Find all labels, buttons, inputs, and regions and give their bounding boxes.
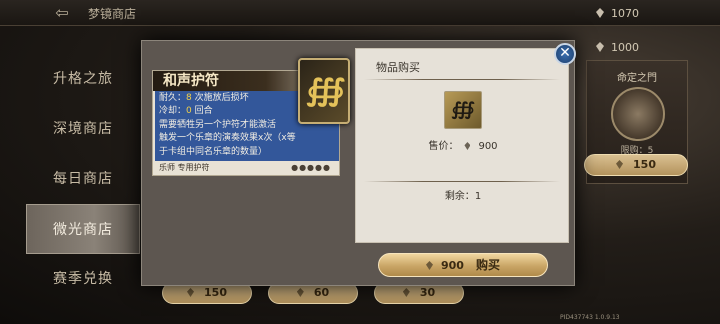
- page-title: 梦镜商店: [88, 7, 137, 21]
- amulet-icon: ∰: [298, 58, 350, 124]
- gem-icon: [464, 142, 471, 150]
- rarity-stars: ●●●●●: [291, 163, 331, 172]
- sidebar-item-abyss-shop[interactable]: 深境商店: [26, 104, 140, 154]
- purchase-panel: 物品购买 ∰ 售价： 900 剩余：1: [355, 48, 569, 243]
- gem-icon: [296, 288, 304, 297]
- divider: [364, 181, 560, 182]
- shop-item-name: 命定之門: [617, 73, 657, 84]
- version-label: PID437743 1.0.9.13: [560, 314, 620, 321]
- gem-icon: [616, 160, 624, 169]
- purchase-title: 物品购买: [376, 61, 420, 74]
- gem-icon: [596, 42, 604, 52]
- gem-icon: [187, 288, 195, 297]
- sidebar-item-ascension[interactable]: 升格之旅: [26, 54, 140, 104]
- tooltip-class-label: 乐师 专用护符: [159, 163, 210, 172]
- remaining-row: 剩余：1: [444, 191, 482, 202]
- gem-icon: [402, 288, 410, 297]
- shop-item-emblem: [611, 87, 665, 141]
- price-row: 售价： 900: [428, 141, 498, 152]
- sidebar: 升格之旅 深境商店 每日商店 微光商店 赛季兑换: [26, 54, 140, 304]
- gem-icon: [596, 8, 604, 18]
- back-arrow-icon[interactable]: ⇦: [46, 3, 78, 23]
- currency-display-top: 1070: [596, 7, 639, 20]
- tooltip-footer: 乐师 专用护符 ●●●●●: [155, 161, 339, 175]
- tooltip-desc-line: 于卡组中同名乐章的数量）: [159, 146, 268, 157]
- shop-item-price-button[interactable]: 150: [584, 154, 688, 176]
- tooltip-item-name: 和声护符: [163, 73, 219, 89]
- sidebar-item-season-exchange[interactable]: 赛季兑换: [26, 254, 140, 304]
- divider: [364, 79, 560, 80]
- sidebar-item-daily-shop[interactable]: 每日商店: [26, 154, 140, 204]
- gem-icon: [426, 261, 433, 270]
- amulet-icon: ∰: [444, 91, 482, 129]
- tooltip-desc-line: 触发一个乐章的演奏效果x次（x等: [159, 133, 296, 144]
- close-icon[interactable]: ✕: [554, 43, 576, 65]
- currency-display-second: 1000: [596, 41, 639, 54]
- buy-button[interactable]: 900 购买: [378, 253, 548, 277]
- sidebar-item-glimmer-shop[interactable]: 微光商店: [26, 204, 140, 254]
